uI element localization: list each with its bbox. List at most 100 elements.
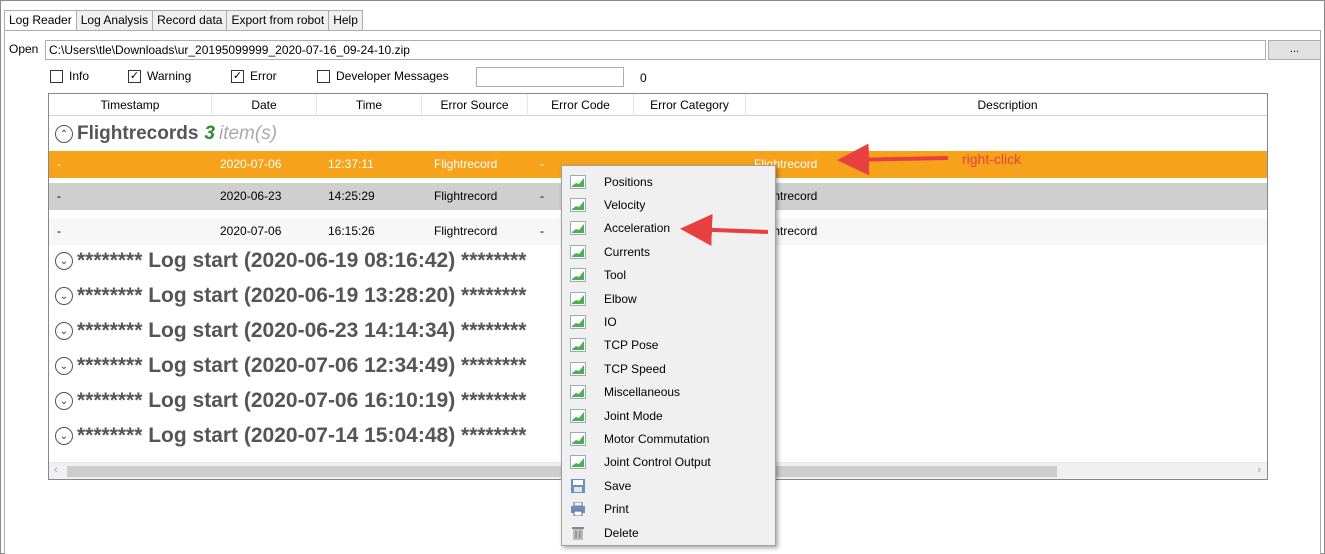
- group-title: ******** Log start (2020-06-19 08:16:42)…: [77, 249, 527, 272]
- error-label: Error: [250, 69, 277, 83]
- menu-item-label: Positions: [604, 174, 653, 189]
- menu-item-currents[interactable]: Currents: [562, 240, 775, 263]
- browse-button[interactable]: ...: [1268, 40, 1321, 60]
- menu-item-label: Tool: [604, 268, 627, 283]
- chart-icon: [565, 338, 591, 353]
- expand-icon[interactable]: ⌄: [55, 392, 73, 410]
- column-header-description[interactable]: Description: [746, 94, 1267, 116]
- info-label: Info: [69, 69, 90, 83]
- menu-item-label: TCP Speed: [604, 361, 666, 376]
- context-menu: Positions Velocity Acceleration Currents Too…: [561, 165, 776, 546]
- cell-error-code: -: [540, 189, 544, 203]
- menu-item-io[interactable]: IO: [562, 310, 775, 333]
- menu-item-elbow[interactable]: Elbow: [562, 287, 775, 310]
- chart-icon: [565, 361, 591, 376]
- column-header-date[interactable]: Date: [212, 94, 317, 116]
- group-title: ******** Log start (2020-07-14 15:04:48)…: [77, 424, 527, 447]
- expand-icon[interactable]: ⌄: [55, 427, 73, 445]
- menu-item-motor-commutation[interactable]: Motor Commutation: [562, 427, 775, 450]
- cell-time: 16:15:26: [328, 224, 375, 238]
- menu-item-print[interactable]: Print: [562, 497, 775, 520]
- menu-item-label: Motor Commutation: [604, 431, 710, 446]
- menu-item-label: TCP Pose: [604, 338, 659, 353]
- right-click-annotation: right-click: [962, 151, 1022, 167]
- cell-error-code: -: [540, 157, 544, 171]
- menu-item-label: Currents: [604, 244, 651, 259]
- column-header-error-category[interactable]: Error Category: [634, 94, 746, 116]
- message-count: 0: [640, 71, 647, 85]
- menu-item-joint-control-output[interactable]: Joint Control Output: [562, 451, 775, 474]
- tab-bar: Log Reader Log Analysis Record data Expo…: [4, 10, 363, 32]
- menu-item-tcp-pose[interactable]: TCP Pose: [562, 334, 775, 357]
- warning-checkbox[interactable]: ✓ Warning: [128, 69, 191, 83]
- group-header-log-start[interactable]: ⌄ ******** Log start (2020-06-19 13:28:2…: [49, 284, 526, 308]
- chart-icon: [565, 221, 591, 236]
- menu-item-label: Delete: [604, 525, 639, 540]
- chart-icon: [565, 385, 591, 400]
- menu-item-save[interactable]: Save: [562, 474, 775, 497]
- developer-messages-checkbox[interactable]: Developer Messages: [317, 69, 449, 83]
- cell-error-code: -: [540, 224, 544, 238]
- tab-log-analysis[interactable]: Log Analysis: [75, 10, 153, 31]
- chart-icon: [565, 174, 591, 189]
- group-header-log-start[interactable]: ⌄ ******** Log start (2020-07-06 16:10:1…: [49, 389, 526, 413]
- cell-time: 14:25:29: [328, 189, 375, 203]
- group-header-log-start[interactable]: ⌄ ******** Log start (2020-07-06 12:34:4…: [49, 354, 526, 378]
- expand-icon[interactable]: ⌄: [55, 322, 73, 340]
- error-checkbox[interactable]: ✓ Error: [231, 69, 277, 83]
- group-header-flightrecords[interactable]: ⌃ Flightrecords 3 item(s): [49, 122, 277, 146]
- column-header-error-source[interactable]: Error Source: [422, 94, 528, 116]
- group-header-log-start[interactable]: ⌄ ******** Log start (2020-06-19 08:16:4…: [49, 249, 526, 273]
- menu-item-delete[interactable]: Delete: [562, 521, 775, 544]
- cell-error-source: Flightrecord: [434, 157, 498, 171]
- tab-record-data[interactable]: Record data: [152, 10, 227, 31]
- cell-date: 2020-07-06: [220, 224, 282, 238]
- menu-item-velocity[interactable]: Velocity: [562, 193, 775, 216]
- checkbox-box: [50, 69, 63, 83]
- group-title: ******** Log start (2020-07-06 12:34:49)…: [77, 354, 527, 377]
- menu-item-label: Print: [604, 502, 629, 517]
- menu-item-joint-mode[interactable]: Joint Mode: [562, 404, 775, 427]
- group-header-log-start[interactable]: ⌄ ******** Log start (2020-06-23 14:14:3…: [49, 319, 526, 343]
- menu-item-label: Acceleration: [604, 221, 671, 236]
- filter-row: Info ✓ Warning ✓ Error Developer Message…: [0, 69, 1325, 87]
- column-header-timestamp[interactable]: Timestamp: [49, 94, 212, 116]
- scroll-right-icon[interactable]: ›: [1257, 464, 1261, 476]
- chart-icon: [565, 244, 591, 259]
- expand-icon[interactable]: ⌄: [55, 287, 73, 305]
- cell-timestamp: -: [57, 157, 61, 171]
- group-items-label: item(s): [218, 123, 278, 144]
- expand-icon[interactable]: ⌄: [55, 357, 73, 375]
- info-checkbox[interactable]: Info: [50, 69, 89, 83]
- filter-search-input[interactable]: [476, 67, 624, 87]
- chart-icon: [565, 408, 591, 423]
- chart-icon: [565, 315, 591, 330]
- menu-item-tcp-speed[interactable]: TCP Speed: [562, 357, 775, 380]
- group-title: ******** Log start (2020-07-06 16:10:19)…: [77, 389, 527, 412]
- check-icon: ✓: [128, 69, 141, 83]
- menu-item-label: Save: [604, 478, 632, 493]
- tab-help[interactable]: Help: [328, 10, 363, 31]
- menu-item-label: Velocity: [604, 198, 646, 213]
- column-header-time[interactable]: Time: [317, 94, 422, 116]
- scroll-left-icon[interactable]: ‹: [54, 464, 58, 476]
- warning-label: Warning: [147, 69, 192, 83]
- group-title: ******** Log start (2020-06-23 14:14:34)…: [77, 319, 527, 342]
- cell-date: 2020-06-23: [220, 189, 282, 203]
- menu-item-positions[interactable]: Positions: [562, 170, 775, 193]
- tab-log-reader[interactable]: Log Reader: [4, 10, 76, 32]
- menu-item-tool[interactable]: Tool: [562, 264, 775, 287]
- save-icon: [565, 478, 591, 493]
- column-header-error-code[interactable]: Error Code: [528, 94, 634, 116]
- expand-icon[interactable]: ⌄: [55, 252, 73, 270]
- tab-export-from-robot[interactable]: Export from robot: [226, 10, 329, 31]
- file-path-field[interactable]: C:\Users\tle\Downloads\ur_20195099999_20…: [45, 40, 1266, 60]
- menu-item-acceleration[interactable]: Acceleration: [562, 217, 775, 240]
- menu-item-label: Joint Control Output: [604, 455, 711, 470]
- group-header-log-start[interactable]: ⌄ ******** Log start (2020-07-14 15:04:4…: [49, 424, 526, 448]
- cell-timestamp: -: [57, 224, 61, 238]
- menu-item-miscellaneous[interactable]: Miscellaneous: [562, 381, 775, 404]
- chart-icon: [565, 455, 591, 470]
- collapse-icon[interactable]: ⌃: [55, 125, 73, 143]
- menu-item-label: Joint Mode: [604, 408, 663, 423]
